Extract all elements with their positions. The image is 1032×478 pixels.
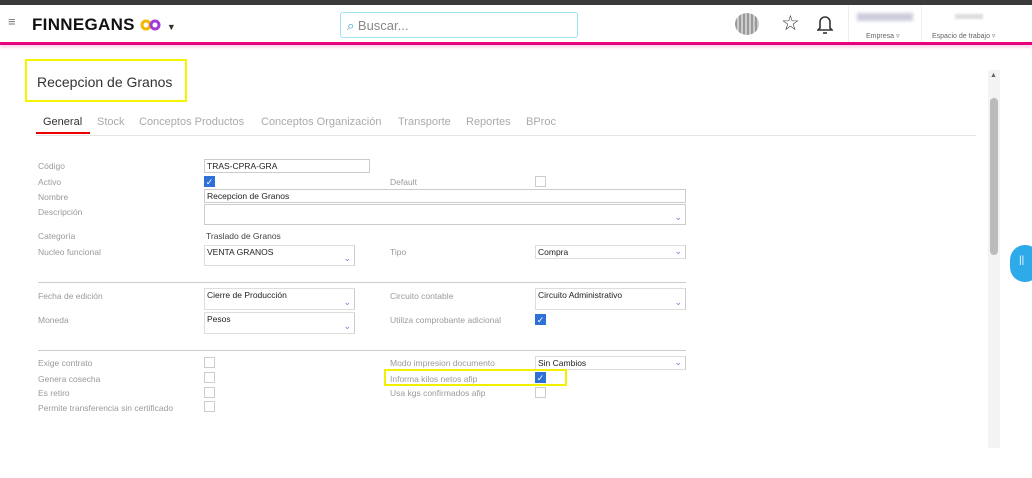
chevron-down-icon: ⌄ <box>343 297 351 307</box>
chevron-down-icon: ⌄ <box>674 297 682 307</box>
nombre-label: Nombre <box>38 192 69 202</box>
informa-checkbox[interactable]: ✓ <box>535 372 546 383</box>
page-title: Recepcion de Granos <box>37 74 173 90</box>
scrollbar-thumb[interactable] <box>990 98 998 255</box>
section-divider <box>38 282 686 283</box>
assistant-icon[interactable] <box>735 13 759 35</box>
circuito-select[interactable]: Circuito Administrativo ⌄ <box>535 288 686 310</box>
default-checkbox[interactable] <box>535 176 546 187</box>
brand-dropdown-icon[interactable]: ▼ <box>167 22 176 32</box>
tab-general[interactable]: General <box>43 116 82 128</box>
moneda-select[interactable]: Pesos ⌄ <box>204 312 355 334</box>
chevron-down-icon: ⌄ <box>343 321 351 331</box>
circuito-label: Circuito contable <box>390 291 454 301</box>
bell-icon[interactable] <box>817 14 833 34</box>
tab-bproc[interactable]: BProc <box>526 116 556 128</box>
empresa-selector[interactable]: Empresa ▿ <box>866 32 899 40</box>
utiliza-label: Utiliza comprobante adicional <box>390 315 502 325</box>
codigo-input[interactable]: TRAS-CPRA-GRA <box>204 159 370 173</box>
permite-checkbox[interactable] <box>204 401 215 412</box>
espacio-selector[interactable]: Espacio de trabajo ▿ <box>932 32 995 40</box>
modo-label: Modo impresion documento <box>390 358 495 368</box>
logo-infinity-icon <box>140 19 161 31</box>
tab-conceptos-organizacion[interactable]: Conceptos Organización <box>261 116 381 128</box>
permite-label: Permite transferencia sin certificado <box>38 403 174 413</box>
tipo-label: Tipo <box>390 247 407 257</box>
chevron-down-icon: ⌄ <box>674 212 682 222</box>
nucleo-select[interactable]: VENTA GRANOS ⌄ <box>204 245 355 266</box>
activo-checkbox[interactable]: ✓ <box>204 176 215 187</box>
categoria-value: Traslado de Granos <box>206 231 281 241</box>
active-tab-indicator <box>36 132 90 134</box>
section-divider <box>38 350 686 351</box>
usakgs-checkbox[interactable] <box>535 387 546 398</box>
menu-icon[interactable]: ≡ <box>8 14 16 29</box>
categoria-label: Categoría <box>38 231 76 241</box>
retiro-label: Es retiro <box>38 388 70 398</box>
fecha-select[interactable]: Cierre de Producción ⌄ <box>204 288 355 310</box>
tab-reportes[interactable]: Reportes <box>466 116 511 128</box>
exige-label: Exige contrato <box>38 358 93 368</box>
retiro-checkbox[interactable] <box>204 387 215 398</box>
side-panel-toggle[interactable]: || <box>1010 245 1032 282</box>
tipo-select[interactable]: Compra ⌄ <box>535 245 686 259</box>
activo-label: Activo <box>38 177 62 187</box>
nombre-input[interactable]: Recepcion de Granos <box>204 189 686 203</box>
company-name-blurred <box>857 13 913 21</box>
default-label: Default <box>390 177 417 187</box>
genera-label: Genera cosecha <box>38 374 101 384</box>
star-icon[interactable]: ☆ <box>781 11 800 36</box>
moneda-label: Moneda <box>38 315 69 325</box>
header-accent-line <box>0 42 1032 45</box>
search-icon: ⌕ <box>347 18 355 33</box>
utiliza-checkbox[interactable]: ✓ <box>535 314 546 325</box>
nucleo-label: Nucleo funcional <box>38 247 101 257</box>
brand-logo[interactable]: FINNEGANS ▼ <box>32 15 176 35</box>
descripcion-input[interactable]: ⌄ <box>204 204 686 225</box>
informa-label: Informa kilos netos afip <box>390 374 478 384</box>
search-input[interactable]: ⌕ Buscar... <box>340 12 578 38</box>
tab-conceptos-productos[interactable]: Conceptos Productos <box>139 116 244 128</box>
scroll-up-icon[interactable]: ▲ <box>990 72 997 79</box>
usakgs-label: Usa kgs confirmados afip <box>390 388 486 398</box>
genera-checkbox[interactable] <box>204 372 215 383</box>
chevron-down-icon: ⌄ <box>343 253 351 263</box>
chevron-down-icon: ⌄ <box>674 246 682 256</box>
codigo-label: Código <box>38 161 65 171</box>
tabs-divider <box>36 135 976 136</box>
modo-select[interactable]: Sin Cambios ⌄ <box>535 356 686 370</box>
chevron-down-icon: ⌄ <box>674 357 682 367</box>
exige-checkbox[interactable] <box>204 357 215 368</box>
tab-stock[interactable]: Stock <box>97 116 125 128</box>
tab-transporte[interactable]: Transporte <box>398 116 451 128</box>
descripcion-label: Descripción <box>38 207 83 217</box>
fecha-label: Fecha de edición <box>38 291 103 301</box>
workspace-name-blurred <box>955 14 983 19</box>
